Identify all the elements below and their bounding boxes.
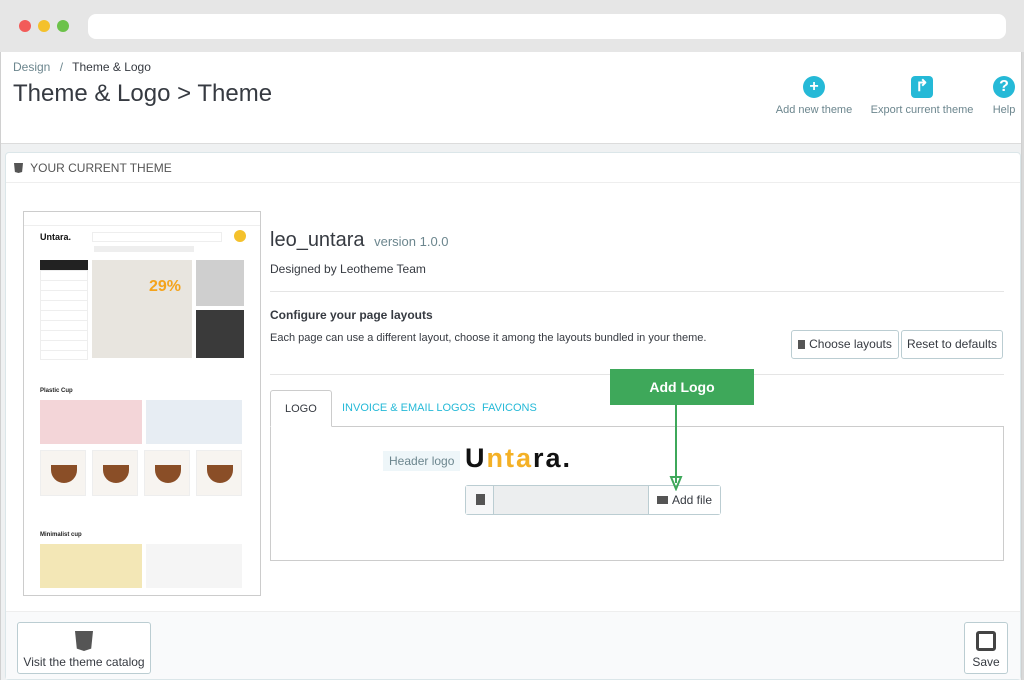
tab-logo-label: LOGO — [285, 403, 317, 415]
logo-letters: ra. — [533, 443, 573, 473]
page-header: Design / Theme & Logo Theme & Logo > The… — [1, 52, 1021, 144]
tab-logo[interactable]: LOGO — [270, 390, 332, 427]
reset-defaults-label: Reset to defaults — [906, 337, 998, 351]
html5-icon — [75, 631, 93, 651]
choose-layouts-label: Choose layouts — [809, 337, 892, 351]
theme-catalog-label: Visit the theme catalog — [23, 655, 145, 669]
browser-chrome — [0, 0, 1024, 52]
layouts-title: Configure your page layouts — [270, 308, 433, 322]
folder-open-icon — [656, 496, 668, 504]
reset-defaults-button[interactable]: Reset to defaults — [901, 330, 1003, 359]
theme-catalog-button[interactable]: Visit the theme catalog — [17, 622, 151, 674]
help-label: Help — [992, 104, 1016, 116]
tab-invoice-email-logos[interactable]: INVOICE & EMAIL LOGOS — [328, 390, 489, 427]
panel-heading-label: YOUR CURRENT THEME — [30, 161, 172, 175]
breadcrumb-parent[interactable]: Design — [13, 60, 50, 74]
tab-invoice-label: INVOICE & EMAIL LOGOS — [342, 402, 476, 414]
preview-bowl — [207, 465, 233, 483]
theme-preview-image: Untara. 29% Plastic Cup Minimalist cup — [23, 211, 261, 596]
file-icon — [466, 486, 494, 514]
preview-categories-list — [40, 270, 88, 360]
preview-bowl — [155, 465, 181, 483]
tab-favicons[interactable]: FAVICONS — [468, 390, 551, 427]
preview-hero-banner — [92, 260, 192, 358]
preview-product — [196, 450, 242, 496]
save-icon — [976, 631, 996, 651]
preview-hero-offer: 29% — [149, 278, 182, 295]
preview-banner-coffee — [146, 544, 242, 588]
export-theme-button[interactable]: ↱ Export current theme — [867, 76, 977, 116]
callout-arrow — [669, 405, 683, 491]
preview-bowl — [51, 465, 77, 483]
help-button[interactable]: ? Help — [989, 76, 1019, 116]
save-button[interactable]: Save — [964, 622, 1008, 674]
add-file-label: Add file — [671, 493, 713, 507]
preview-categories-header — [40, 260, 88, 270]
preview-product — [40, 450, 86, 496]
preview-cart-icon — [234, 230, 246, 242]
app-window: Design / Theme & Logo Theme & Logo > The… — [0, 52, 1022, 680]
preview-banner-yellow — [40, 544, 142, 588]
close-window-dot[interactable] — [19, 20, 31, 32]
breadcrumb-current: Theme & Logo — [72, 60, 151, 74]
plus-circle-icon: + — [803, 76, 825, 98]
current-theme-panel: YOUR CURRENT THEME Untara. 29% Plastic C… — [5, 152, 1021, 680]
preview-banner-blue — [146, 400, 242, 444]
preview-side-banner-1 — [196, 260, 244, 306]
logo-letter: U — [465, 443, 487, 473]
panel-footer: Visit the theme catalog Save — [6, 611, 1020, 679]
export-theme-label: Export current theme — [870, 104, 974, 116]
preview-search — [92, 232, 222, 242]
address-bar[interactable] — [88, 14, 1006, 39]
breadcrumb-separator: / — [59, 60, 64, 74]
add-new-theme-button[interactable]: + Add new theme — [773, 76, 855, 116]
preview-section-2: Minimalist cup — [40, 532, 82, 538]
preview-product — [92, 450, 138, 496]
save-label: Save — [972, 655, 1000, 669]
share-icon: ↱ — [911, 76, 933, 98]
preview-section-1: Plastic Cup — [40, 388, 73, 394]
page-title: Theme & Logo > Theme — [13, 80, 273, 107]
logo-accent-letters: nta — [486, 443, 533, 473]
theme-designer: Designed by Leotheme Team — [270, 262, 426, 276]
preview-logo: Untara. — [40, 232, 72, 242]
theme-name: leo_untara version 1.0.0 — [270, 229, 449, 252]
file-icon — [798, 340, 806, 349]
add-new-theme-label: Add new theme — [775, 104, 853, 116]
preview-nav — [94, 246, 194, 252]
theme-name-text: leo_untara — [270, 229, 365, 251]
theme-version: version 1.0.0 — [374, 234, 449, 249]
preview-banner-pink — [40, 400, 142, 444]
question-circle-icon: ? — [993, 76, 1015, 98]
choose-layouts-button[interactable]: Choose layouts — [791, 330, 899, 359]
preview-bowl — [103, 465, 129, 483]
layouts-description: Each page can use a different layout, ch… — [270, 332, 707, 344]
add-logo-callout: Add Logo — [610, 369, 754, 405]
header-logo-label: Header logo — [383, 451, 461, 471]
divider — [270, 291, 1004, 292]
html5-icon — [14, 163, 23, 173]
preview-product — [144, 450, 190, 496]
preview-topbar — [24, 212, 260, 226]
maximize-window-dot[interactable] — [57, 20, 69, 32]
minimize-window-dot[interactable] — [38, 20, 50, 32]
breadcrumb: Design / Theme & Logo — [13, 60, 151, 74]
tab-favicons-label: FAVICONS — [482, 402, 537, 414]
logo-tab-content: Header logo Untara. Add file — [270, 427, 1004, 561]
preview-side-banner-2 — [196, 310, 244, 358]
header-logo-preview: Untara. — [465, 443, 572, 474]
panel-heading: YOUR CURRENT THEME — [6, 153, 1020, 183]
